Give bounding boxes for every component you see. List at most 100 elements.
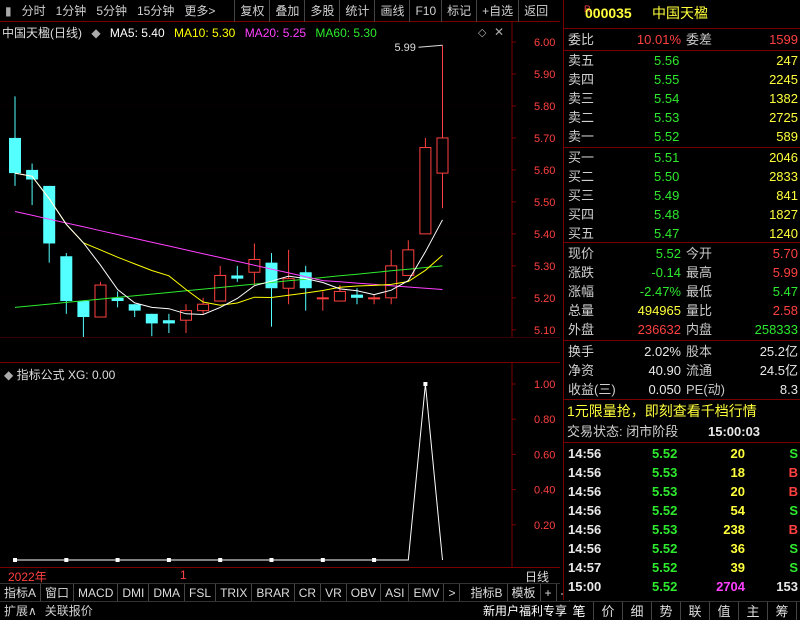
tab-more[interactable]: 更多> [179,0,220,22]
indicator-tab[interactable]: CR [295,583,322,602]
indicator-tab[interactable]: 指标B [466,583,508,602]
candle[interactable] [368,294,381,305]
candle[interactable] [316,291,329,311]
candle[interactable] [180,304,192,334]
promo-text[interactable]: 1元限量抢，即刻查看千档行情 [567,402,757,421]
bottom-nav-item[interactable]: 值 [710,602,739,620]
indicator-tab[interactable]: TRIX [216,583,253,602]
bottom-nav-item[interactable]: 价 [594,602,623,620]
add-watchlist-button[interactable]: +自选 [476,0,518,22]
ask-row[interactable]: 卖四 5.55 2245 [564,70,800,89]
indicator-settings-icon[interactable]: ◆ [4,368,13,382]
tick-volume: 2704 [716,579,745,594]
candle[interactable] [419,137,432,235]
candle[interactable] [77,301,90,337]
bottom-nav-item[interactable]: 筹 [768,602,797,620]
indicator-name[interactable]: 指标公式 [17,368,65,382]
panel-header: R 000035 中国天楹 [564,4,800,24]
menu-icon[interactable]: ▮ [0,0,17,22]
chart-diamond-icon[interactable]: ◇ [478,26,486,39]
indicator-tab[interactable]: FSL [185,583,217,602]
indicator-tab[interactable]: EMV [409,583,445,602]
tab-timeshare[interactable]: 分时 [17,0,51,22]
candle[interactable] [197,297,210,314]
ask-row[interactable]: 卖二 5.53 2725 [564,108,800,127]
kline-chart[interactable]: 6.00 5.90 5.80 5.70 5.60 5.50 5.40 5.30 5.20 5.10… [0,22,560,337]
indicator-tab[interactable]: MACD [74,583,119,602]
candle[interactable] [265,253,278,327]
candle[interactable] [145,313,158,337]
bottom-nav-item[interactable]: 细 [623,602,652,620]
indicator-tab[interactable]: 指标A [0,583,42,602]
indicator-tab[interactable]: + [541,583,557,602]
candle[interactable] [214,265,227,302]
candle[interactable] [43,185,56,263]
bottom-nav-item[interactable]: 联 [681,602,710,620]
wc-value: 1599 [769,32,798,47]
candle[interactable] [299,265,312,311]
quote-label: 外盘 [568,322,595,337]
quote-value: 494965 [637,303,681,318]
back-button[interactable]: 返回 [518,0,553,22]
ask-row[interactable]: 卖三 5.54 1382 [564,89,800,108]
bid-row[interactable]: 买一 5.51 2046 [564,148,800,167]
quote-row: 涨跌 -0.14 最高 5.99 [564,263,800,282]
draw-line-button[interactable]: 画线 [374,0,409,22]
tick-time: 14:56 [568,465,602,480]
promo-link[interactable]: 新用户福利专享 [478,600,572,620]
candle[interactable] [111,291,124,308]
tick-volume: 54 [730,503,745,518]
tick-side: B [788,465,798,480]
f10-button[interactable]: F10 [409,0,441,22]
related-quote-button[interactable]: 关联报价 [41,600,97,620]
indicator-tab[interactable]: ASI [381,583,410,602]
settings-icon[interactable]: ◆ [91,26,100,40]
indicator-tab[interactable]: > [444,583,461,602]
indicator-chart[interactable]: 1.00 0.80 0.60 0.40 0.20 [0,362,560,567]
fundamental-value: 0.050 [648,382,681,397]
candle[interactable] [162,313,175,334]
candle[interactable] [128,304,141,318]
indicator-tab[interactable]: BRAR [252,583,295,602]
tick-price: 5.53 [652,484,678,499]
bid-row[interactable]: 买五 5.47 1240 [564,224,800,243]
expand-button[interactable]: 扩展∧ [0,600,41,620]
bottom-nav-item[interactable]: 笔 [565,602,594,620]
tab-1min[interactable]: 1分钟 [51,0,92,22]
bottom-nav-item[interactable]: 主 [739,602,768,620]
promo-row[interactable]: 1元限量抢，即刻查看千档行情 [564,402,800,421]
restore-rights-button[interactable]: 复权 [234,0,269,22]
quote-value: -0.14 [651,265,681,280]
bottom-nav-item[interactable]: 势 [652,602,681,620]
candle[interactable] [60,253,73,314]
quote-row: 外盘 236632 内盘 258333 [564,320,800,339]
bid-row[interactable]: 买三 5.49 841 [564,186,800,205]
indicator-tab[interactable]: OBV [347,583,382,602]
bid-row[interactable]: 买二 5.50 2833 [564,167,800,186]
indicator-tab[interactable]: DMI [118,583,150,602]
candle[interactable] [436,45,449,209]
ask-row[interactable]: 卖五 5.56 247 [564,51,800,70]
tab-15min[interactable]: 15分钟 [132,0,179,22]
bid-row[interactable]: 买四 5.48 1827 [564,205,800,224]
indicator-tab[interactable]: 窗口 [41,583,75,602]
ask-row[interactable]: 卖一 5.52 589 [564,127,800,146]
indicator-tab[interactable]: VR [321,583,347,602]
tick-price: 5.53 [652,522,678,537]
tab-5min[interactable]: 5分钟 [91,0,132,22]
overlay-button[interactable]: 叠加 [269,0,304,22]
mark-button[interactable]: 标记 [441,0,476,22]
quote-value: 258333 [754,322,798,337]
chart-close-icon[interactable]: ✕ [494,25,504,39]
statistics-button[interactable]: 统计 [339,0,374,22]
candle[interactable] [231,265,244,282]
multi-stock-button[interactable]: 多股 [304,0,339,22]
indicator-tab[interactable]: 模板 [508,583,541,602]
indicator-tab[interactable]: DMA [149,583,186,602]
candle[interactable] [9,96,21,186]
tick-volume: 20 [730,484,745,499]
quote-label: 涨跌 [568,265,595,280]
indicator-xg-value: XG: 0.00 [67,368,116,382]
candle[interactable] [402,240,415,276]
candle[interactable] [385,249,398,305]
